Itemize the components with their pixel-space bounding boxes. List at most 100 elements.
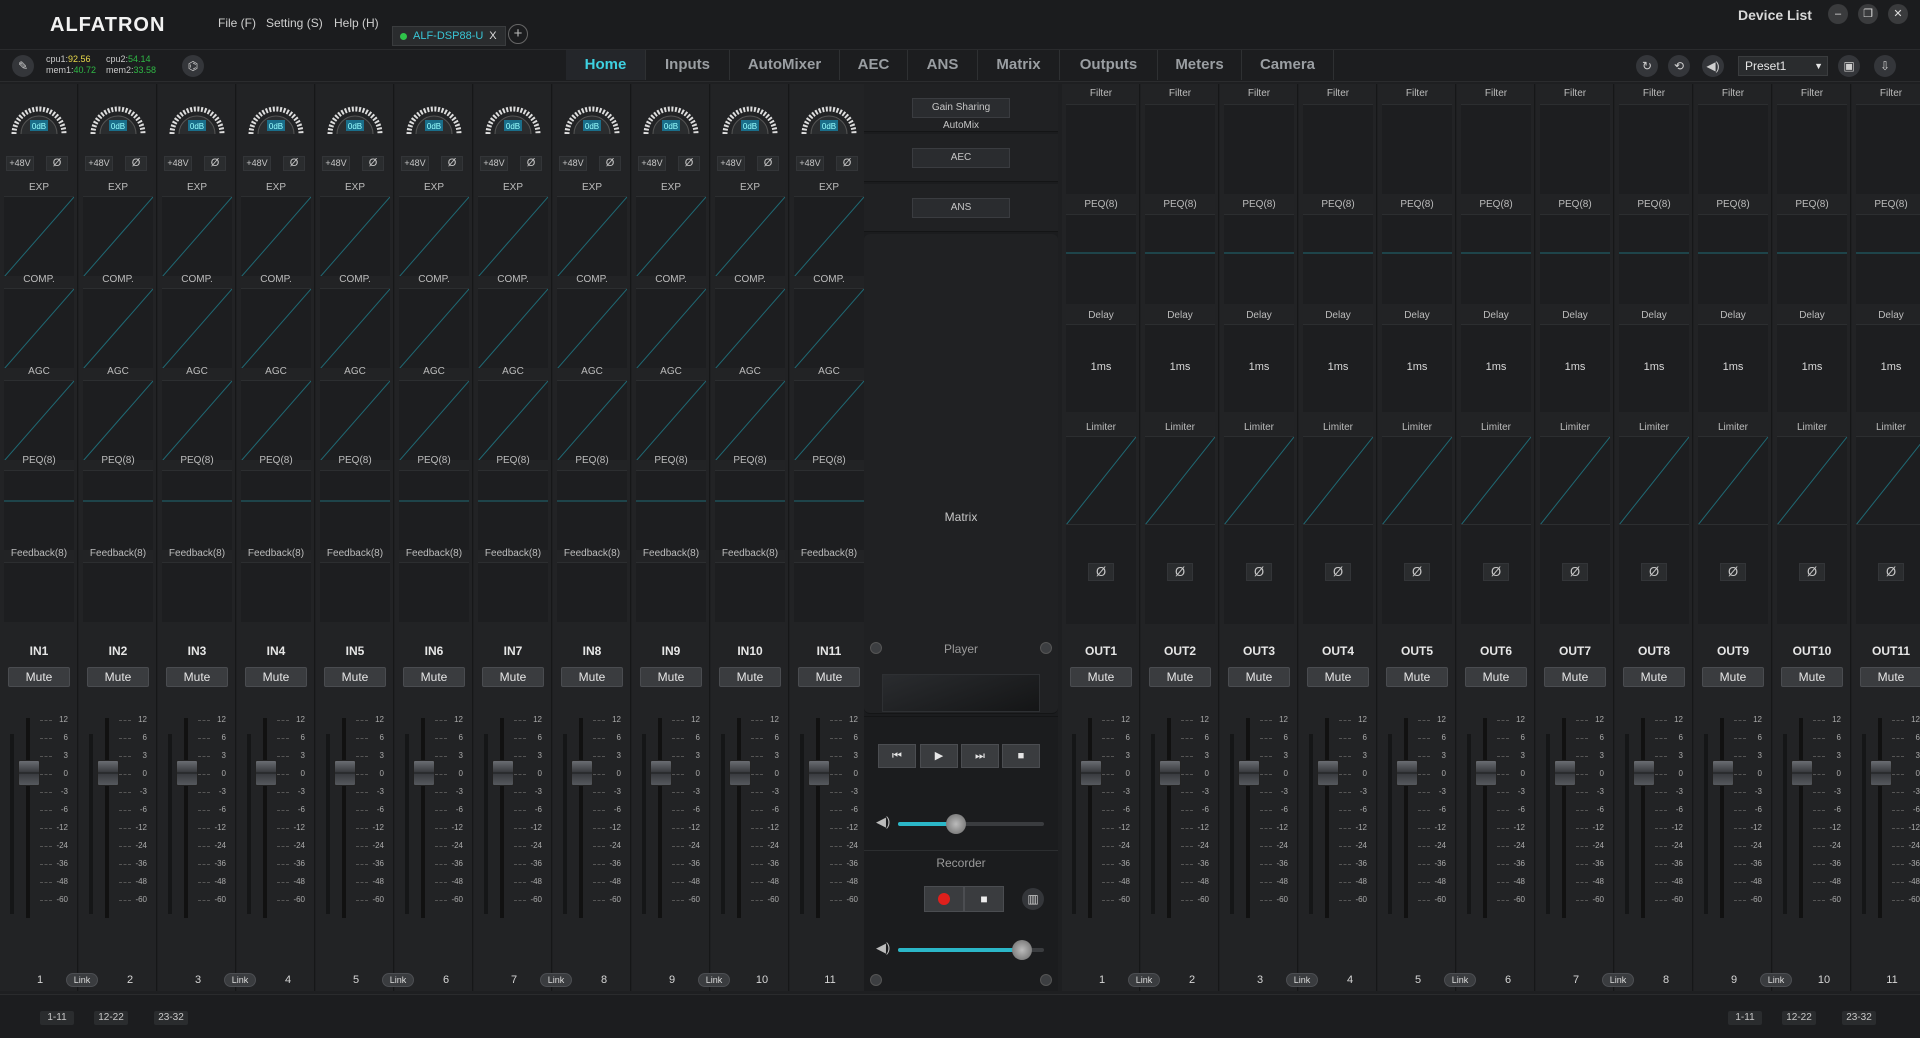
agc-label[interactable]: AGC [4, 366, 74, 377]
link-button[interactable]: Link [1128, 973, 1160, 987]
exp-label[interactable]: EXP [4, 182, 74, 193]
fader-handle[interactable] [176, 760, 198, 786]
filter-label[interactable]: Filter [1382, 88, 1452, 99]
comp-label[interactable]: COMP. [794, 274, 864, 285]
fader-handle[interactable] [1159, 760, 1181, 786]
agc-curve[interactable] [320, 380, 390, 460]
fader-handle[interactable] [729, 760, 751, 786]
phase-invert-icon[interactable]: Ø [125, 156, 147, 171]
filter-label[interactable]: Filter [1856, 88, 1920, 99]
mute-button[interactable]: Mute [1702, 667, 1764, 687]
fader-handle[interactable] [1475, 760, 1497, 786]
exp-curve[interactable] [4, 196, 74, 276]
peq-curve[interactable] [636, 470, 706, 550]
comp-curve[interactable] [162, 288, 232, 368]
limiter-curve[interactable] [1461, 436, 1531, 524]
peq-label[interactable]: PEQ(8) [636, 455, 706, 466]
phantom-power-button[interactable]: +48V [164, 156, 192, 171]
agc-label[interactable]: AGC [320, 366, 390, 377]
limiter-label[interactable]: Limiter [1461, 422, 1531, 433]
comp-curve[interactable] [4, 288, 74, 368]
fader-handle[interactable] [334, 760, 356, 786]
feedback-label[interactable]: Feedback(8) [399, 548, 469, 559]
page-inputs-12-22[interactable]: 12-22 [94, 1011, 128, 1025]
fader-handle[interactable] [1870, 760, 1892, 786]
peq-curve[interactable] [1540, 214, 1610, 304]
preset-select[interactable]: Preset1 ▼ [1738, 56, 1828, 76]
limiter-curve[interactable] [1698, 436, 1768, 524]
feedback-label[interactable]: Feedback(8) [4, 548, 74, 559]
mute-button[interactable]: Mute [482, 667, 544, 687]
peq-curve[interactable] [1303, 214, 1373, 304]
feedback-area[interactable] [320, 562, 390, 622]
delay-label[interactable]: Delay [1540, 310, 1610, 321]
filter-area[interactable] [1856, 104, 1920, 194]
limiter-label[interactable]: Limiter [1619, 422, 1689, 433]
delay-label[interactable]: Delay [1224, 310, 1294, 321]
comp-curve[interactable] [794, 288, 864, 368]
aec-button[interactable]: AEC [912, 148, 1010, 168]
mute-button[interactable]: Mute [166, 667, 228, 687]
peq-label[interactable]: PEQ(8) [794, 455, 864, 466]
comp-label[interactable]: COMP. [399, 274, 469, 285]
mute-button[interactable]: Mute [1228, 667, 1290, 687]
limiter-label[interactable]: Limiter [1698, 422, 1768, 433]
phase-invert-icon[interactable]: Ø [1799, 563, 1825, 581]
page-outputs-12-22[interactable]: 12-22 [1782, 1011, 1816, 1025]
link-button[interactable]: Link [224, 973, 256, 987]
peq-label[interactable]: PEQ(8) [1382, 199, 1452, 210]
feedback-label[interactable]: Feedback(8) [241, 548, 311, 559]
delay-area[interactable]: 1ms [1856, 324, 1920, 412]
exp-label[interactable]: EXP [83, 182, 153, 193]
agc-curve[interactable] [162, 380, 232, 460]
fader-handle[interactable] [1238, 760, 1260, 786]
agc-label[interactable]: AGC [557, 366, 627, 377]
speaker-icon[interactable]: ◀) [1702, 55, 1724, 77]
feedback-area[interactable] [241, 562, 311, 622]
comp-label[interactable]: COMP. [320, 274, 390, 285]
peq-label[interactable]: PEQ(8) [1856, 199, 1920, 210]
fader-handle[interactable] [1396, 760, 1418, 786]
feedback-area[interactable] [478, 562, 548, 622]
phase-invert-icon[interactable]: Ø [46, 156, 68, 171]
agc-label[interactable]: AGC [636, 366, 706, 377]
minimize-icon[interactable]: – [1828, 4, 1848, 24]
peq-curve[interactable] [478, 470, 548, 550]
exp-curve[interactable] [241, 196, 311, 276]
phantom-power-button[interactable]: +48V [6, 156, 34, 171]
page-outputs-1-11[interactable]: 1-11 [1728, 1011, 1762, 1025]
peq-curve[interactable] [1461, 214, 1531, 304]
filter-area[interactable] [1619, 104, 1689, 194]
exp-label[interactable]: EXP [320, 182, 390, 193]
delay-label[interactable]: Delay [1856, 310, 1920, 321]
peq-label[interactable]: PEQ(8) [557, 455, 627, 466]
limiter-label[interactable]: Limiter [1224, 422, 1294, 433]
comp-label[interactable]: COMP. [557, 274, 627, 285]
filter-label[interactable]: Filter [1145, 88, 1215, 99]
stop-icon[interactable]: ■ [1002, 744, 1040, 768]
limiter-curve[interactable] [1066, 436, 1136, 524]
peq-label[interactable]: PEQ(8) [241, 455, 311, 466]
mute-button[interactable]: Mute [798, 667, 860, 687]
fader-handle[interactable] [1080, 760, 1102, 786]
gain-knob[interactable]: 0dB [798, 102, 860, 136]
phase-invert-icon[interactable]: Ø [599, 156, 621, 171]
fader-handle[interactable] [1712, 760, 1734, 786]
feedback-label[interactable]: Feedback(8) [557, 548, 627, 559]
peq-curve[interactable] [1856, 214, 1920, 304]
phase-invert-icon[interactable]: Ø [1641, 563, 1667, 581]
link-button[interactable]: Link [1444, 973, 1476, 987]
peq-label[interactable]: PEQ(8) [1777, 199, 1847, 210]
refresh-icon[interactable]: ↻ [1636, 55, 1658, 77]
feedback-label[interactable]: Feedback(8) [794, 548, 864, 559]
agc-label[interactable]: AGC [794, 366, 864, 377]
exp-curve[interactable] [478, 196, 548, 276]
fader-handle[interactable] [1554, 760, 1576, 786]
recording-file-icon[interactable]: ▥ [1022, 888, 1044, 910]
delay-label[interactable]: Delay [1698, 310, 1768, 321]
comp-label[interactable]: COMP. [636, 274, 706, 285]
exp-curve[interactable] [715, 196, 785, 276]
exp-curve[interactable] [636, 196, 706, 276]
agc-curve[interactable] [399, 380, 469, 460]
agc-label[interactable]: AGC [478, 366, 548, 377]
